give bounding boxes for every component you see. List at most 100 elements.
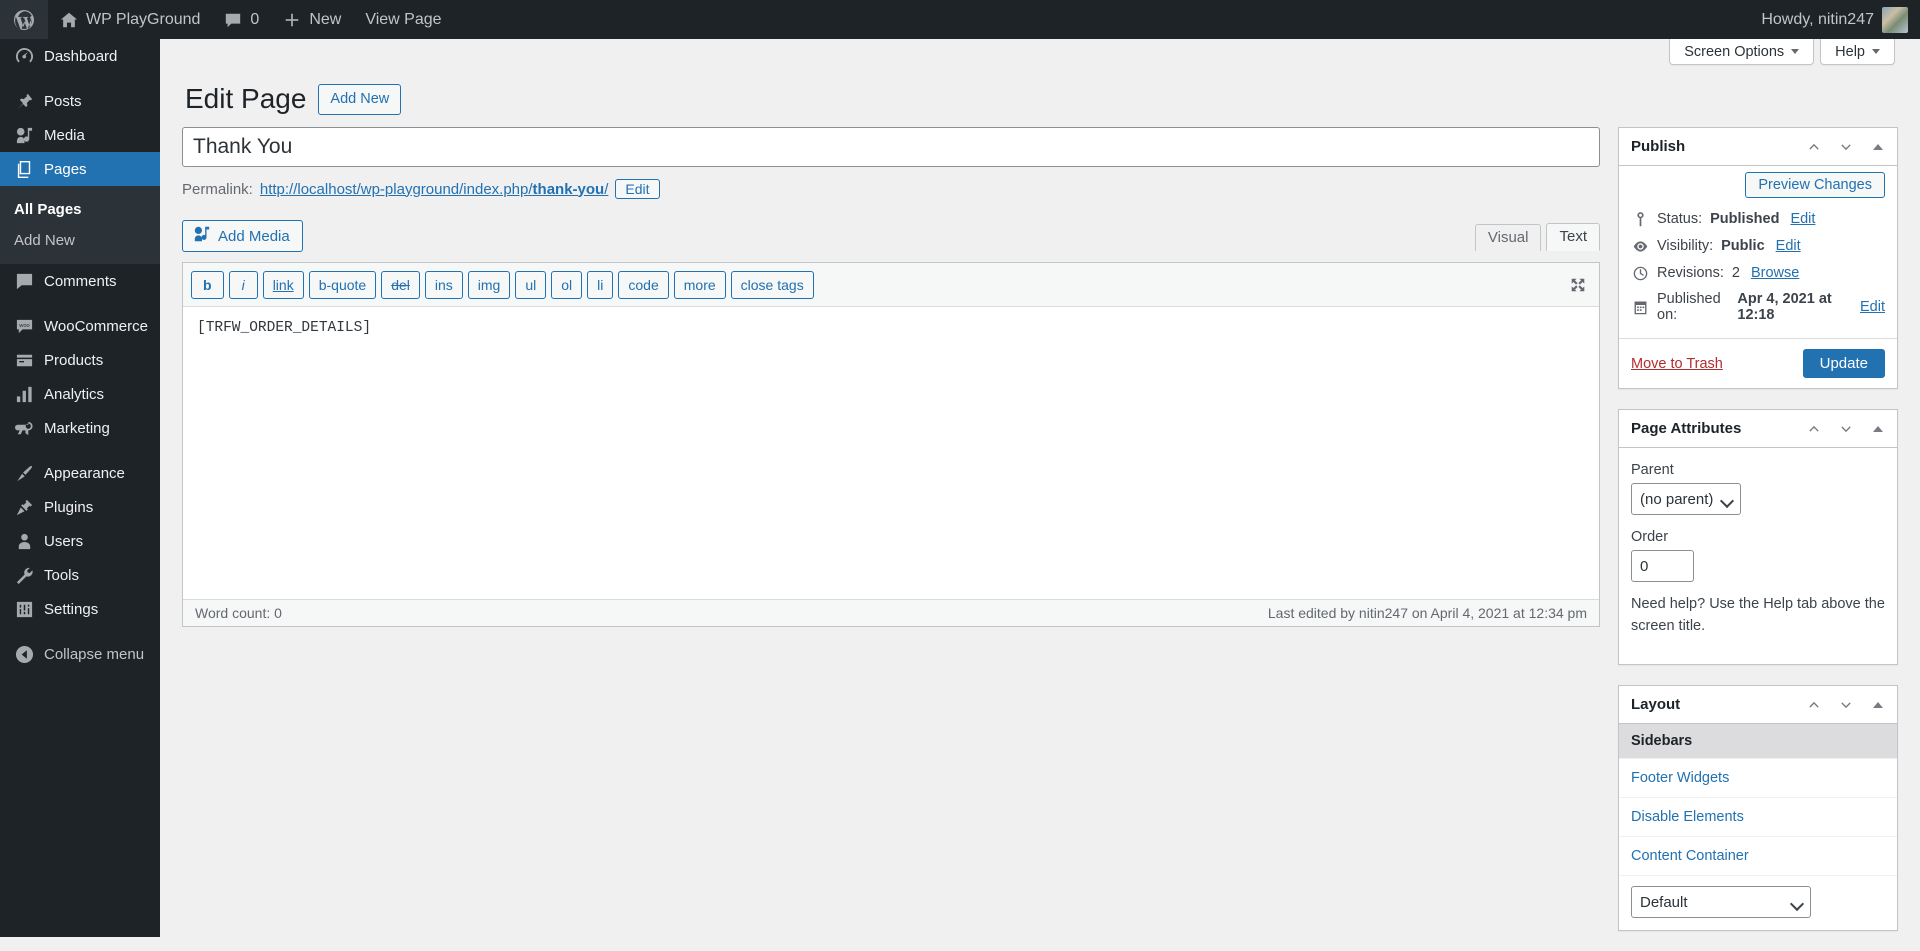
fullscreen-icon[interactable] xyxy=(1569,276,1589,294)
tab-visual[interactable]: Visual xyxy=(1474,224,1542,251)
quicktag-ol[interactable]: ol xyxy=(551,271,583,300)
layout-link-row: Disable Elements xyxy=(1619,797,1897,836)
sidebar-item-tools[interactable]: Tools xyxy=(0,558,160,592)
sidebar-label: Media xyxy=(44,126,85,144)
edit-permalink-button[interactable]: Edit xyxy=(615,179,660,199)
sidebar-item-appearance[interactable]: Appearance xyxy=(0,456,160,490)
quicktag-more[interactable]: more xyxy=(673,271,726,300)
triangle-up-icon[interactable] xyxy=(1863,689,1893,721)
sidebar-item-products[interactable]: Products xyxy=(0,343,160,377)
chevron-down-icon[interactable] xyxy=(1831,413,1861,445)
collapse-menu-button[interactable]: Collapse menu xyxy=(0,637,160,671)
permalink-link[interactable]: http://localhost/wp-playground/index.php… xyxy=(260,181,609,198)
quicktag-ul[interactable]: ul xyxy=(515,271,547,300)
comments-count: 0 xyxy=(250,10,260,28)
layout-title: Layout xyxy=(1631,696,1681,713)
edit-status-link[interactable]: Edit xyxy=(1790,211,1815,227)
pages-submenu: All Pages Add New xyxy=(0,186,160,264)
sidebar-item-analytics[interactable]: Analytics xyxy=(0,377,160,411)
sidebar-item-users[interactable]: Users xyxy=(0,524,160,558)
chevron-up-icon[interactable] xyxy=(1799,131,1829,163)
quicktag-img[interactable]: img xyxy=(467,271,511,300)
layout-inside: Sidebars Footer Widgets Disable Elements… xyxy=(1619,724,1897,930)
sidebar-item-settings[interactable]: Settings xyxy=(0,592,160,626)
view-page-link[interactable]: View Page xyxy=(353,0,453,39)
sidebar-item-marketing[interactable]: Marketing xyxy=(0,411,160,445)
chevron-down-icon[interactable] xyxy=(1831,131,1861,163)
quicktag-b[interactable]: b xyxy=(191,271,224,300)
tab-text[interactable]: Text xyxy=(1546,223,1600,251)
post-content-textarea[interactable]: [TRFW_ORDER_DETAILS] xyxy=(183,307,1599,600)
avatar xyxy=(1882,6,1908,33)
site-name-menu[interactable]: WP PlayGround xyxy=(48,0,212,39)
home-icon xyxy=(60,11,78,29)
sidebar-item-posts[interactable]: Posts xyxy=(0,84,160,118)
edit-visibility-link[interactable]: Edit xyxy=(1776,238,1801,254)
layout-link-row: Content Container xyxy=(1619,836,1897,875)
media-icon xyxy=(14,125,34,145)
last-edited-info: Last edited by nitin247 on April 4, 2021… xyxy=(1267,605,1587,622)
sidebar-item-plugins[interactable]: Plugins xyxy=(0,490,160,524)
parent-select[interactable]: (no parent) xyxy=(1631,483,1741,515)
new-content-menu[interactable]: New xyxy=(271,0,353,39)
word-count: Word count: 0 xyxy=(195,605,282,622)
sidebar-item-dashboard[interactable]: Dashboard xyxy=(0,39,160,73)
quicktag-close-tags[interactable]: close tags xyxy=(730,271,814,300)
sidebar-label: Products xyxy=(44,351,104,369)
analytics-icon xyxy=(14,384,34,404)
layout-section-header: Sidebars xyxy=(1619,724,1897,758)
preview-changes-button[interactable]: Preview Changes xyxy=(1745,172,1885,198)
my-account-menu[interactable]: Howdy, nitin247 xyxy=(1749,0,1920,39)
sidebar-item-comments[interactable]: Comments xyxy=(0,264,160,298)
editor-wrap: b i link b-quote del ins img ul ol li co… xyxy=(182,262,1600,628)
quicktag-ins[interactable]: ins xyxy=(424,271,463,300)
sidebar-item-woocommerce[interactable]: woo WooCommerce xyxy=(0,309,160,343)
post-title-input[interactable] xyxy=(182,127,1600,167)
quicktag-b-quote[interactable]: b-quote xyxy=(308,271,377,300)
collapse-menu-label: Collapse menu xyxy=(44,645,145,663)
chevron-up-icon[interactable] xyxy=(1799,413,1829,445)
add-media-button[interactable]: Add Media xyxy=(182,220,303,252)
edit-published-date-link[interactable]: Edit xyxy=(1860,299,1885,315)
sidebar-item-all-pages[interactable]: All Pages xyxy=(0,194,160,225)
triangle-up-icon[interactable] xyxy=(1863,131,1893,163)
content-container-link[interactable]: Content Container xyxy=(1631,848,1749,864)
add-new-page-button[interactable]: Add New xyxy=(318,83,402,115)
paintbrush-icon xyxy=(14,463,34,483)
quicktag-li[interactable]: li xyxy=(587,271,614,300)
move-to-trash-link[interactable]: Move to Trash xyxy=(1631,356,1723,372)
sidebar-item-pages[interactable]: Pages xyxy=(0,152,168,186)
page-attributes-metabox: Page Attributes Parent (no parent) Order… xyxy=(1618,409,1898,665)
browse-revisions-link[interactable]: Browse xyxy=(1751,265,1799,281)
sidebar-label: Pages xyxy=(44,160,87,178)
quicktag-code[interactable]: code xyxy=(618,271,669,300)
title-field-wrapper xyxy=(182,127,1600,167)
sidebar-item-media[interactable]: Media xyxy=(0,118,160,152)
sidebar-label: Settings xyxy=(44,600,99,618)
chevron-down-icon[interactable] xyxy=(1831,689,1861,721)
quicktag-del[interactable]: del xyxy=(381,271,420,300)
status-value: Published xyxy=(1710,211,1780,227)
update-button[interactable]: Update xyxy=(1802,349,1885,378)
page-title: Edit Page xyxy=(185,83,307,114)
comments-bubble[interactable]: 0 xyxy=(212,0,271,39)
quicktag-link[interactable]: link xyxy=(262,271,304,300)
footer-widgets-link[interactable]: Footer Widgets xyxy=(1631,770,1729,786)
wp-logo-menu[interactable] xyxy=(0,0,48,39)
quicktag-i[interactable]: i xyxy=(228,271,258,300)
order-input[interactable] xyxy=(1631,550,1694,582)
visibility-label: Visibility: xyxy=(1657,238,1714,254)
screen-options-button[interactable]: Screen Options xyxy=(1669,39,1815,65)
help-button[interactable]: Help xyxy=(1820,39,1895,65)
sidebar-item-add-new-page[interactable]: Add New xyxy=(0,225,160,256)
triangle-up-icon[interactable] xyxy=(1863,413,1893,445)
screen-meta-links: Screen Options Help xyxy=(1669,39,1895,65)
visibility-value: Public xyxy=(1721,238,1765,254)
editor-status-bar: Word count: 0 Last edited by nitin247 on… xyxy=(183,599,1599,627)
chevron-up-icon[interactable] xyxy=(1799,689,1829,721)
disable-elements-link[interactable]: Disable Elements xyxy=(1631,809,1744,825)
sidebar-label: Marketing xyxy=(44,419,110,437)
layout-select[interactable]: Default xyxy=(1631,886,1811,918)
user-icon xyxy=(14,531,34,551)
menu-separator xyxy=(0,445,160,456)
